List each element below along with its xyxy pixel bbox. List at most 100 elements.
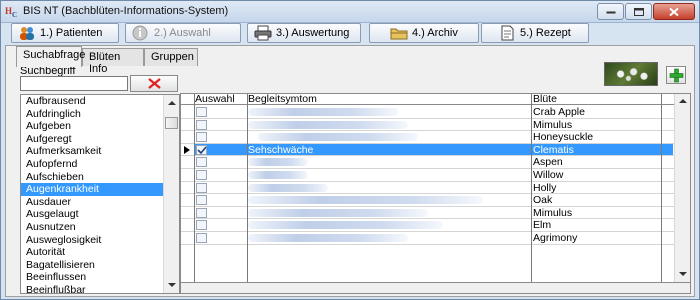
table-row[interactable]: Oak <box>181 194 690 207</box>
row-checkbox[interactable] <box>196 107 207 117</box>
minimize-button[interactable] <box>597 3 624 20</box>
scroll-up-icon[interactable] <box>678 96 688 106</box>
rezept-button[interactable]: 5.) Rezept <box>481 23 589 43</box>
table-row[interactable]: Holly <box>181 182 690 195</box>
list-item[interactable]: Aufmerksamkeit <box>21 145 163 158</box>
table-row[interactable]: Mimulus <box>181 207 690 220</box>
auswahl-label: 2.) Auswahl <box>154 27 211 39</box>
flower-image <box>604 62 658 86</box>
people-icon <box>20 27 34 40</box>
redacted-text <box>248 196 483 205</box>
tab-suchabfrage[interactable]: Suchabfrage <box>16 46 85 67</box>
redacted-text <box>248 158 308 167</box>
row-flower: Oak <box>533 194 553 207</box>
checkmark-icon <box>197 146 207 154</box>
title-bar[interactable]: H C BIS NT (Bachblüten-Informations-Syst… <box>1 1 699 23</box>
tab-blueten-info-label: Blüten Info <box>89 51 121 75</box>
row-flower: Clematis <box>533 143 574 156</box>
redacted-text <box>248 208 428 217</box>
row-checkbox[interactable] <box>196 132 207 143</box>
table-row[interactable]: Willow <box>181 169 690 182</box>
table-row[interactable]: Mimulus <box>181 119 690 132</box>
list-item[interactable]: Autorität <box>21 246 163 259</box>
grid-column-separator <box>247 94 248 282</box>
row-checkbox[interactable] <box>196 220 207 231</box>
row-flower: Aspen <box>533 156 563 169</box>
app-window: H C BIS NT (Bachblüten-Informations-Syst… <box>0 0 700 300</box>
row-checkbox[interactable] <box>196 157 207 168</box>
tab-blueten-info[interactable]: Blüten Info <box>82 48 144 75</box>
archiv-button[interactable]: 4.) Archiv <box>369 23 479 43</box>
symptom-grid[interactable]: Auswahl Begleitsymtom Blüte Crab Apple Mi… <box>180 93 691 283</box>
row-flower: Elm <box>533 219 552 232</box>
row-flower: Mimulus <box>533 118 573 131</box>
row-checkbox[interactable] <box>196 119 207 130</box>
row-symptom: Sehschwäche <box>248 143 314 156</box>
clear-search-button[interactable] <box>130 75 178 92</box>
row-flower: Agrimony <box>533 232 578 244</box>
row-checkbox[interactable] <box>196 182 207 193</box>
list-item[interactable]: Aufdringlich <box>21 108 163 121</box>
row-checkbox[interactable] <box>196 207 207 218</box>
list-item[interactable]: Beeinflussen <box>21 271 163 284</box>
list-item[interactable]: Bagatellisieren <box>21 259 163 272</box>
list-item[interactable]: Ausweglosigkeit <box>21 234 163 247</box>
scroll-down-icon[interactable] <box>678 269 688 279</box>
table-row[interactable]: Agrimony <box>181 232 690 245</box>
row-flower: Mimulus <box>533 206 573 219</box>
close-button[interactable] <box>653 3 695 20</box>
row-checkbox[interactable] <box>196 144 207 155</box>
table-row[interactable]: Honeysuckle <box>181 131 690 144</box>
svg-text:C: C <box>12 11 17 18</box>
list-item[interactable]: Aufopfernd <box>21 158 163 171</box>
scroll-up-icon[interactable] <box>167 98 177 108</box>
symptom-list-scrollbar[interactable] <box>163 95 179 293</box>
list-item[interactable]: Ausdauer <box>21 196 163 209</box>
grid-column-separator <box>531 94 532 282</box>
symptom-items: Aufbrausend Aufdringlich Aufgeben Aufgeregt… <box>21 95 163 293</box>
redacted-text <box>248 183 328 192</box>
tab-gruppen[interactable]: Gruppen <box>144 48 198 66</box>
maximize-button[interactable] <box>625 3 652 20</box>
auswertung-button[interactable]: 3.) Auswertung <box>247 23 361 43</box>
table-row[interactable]: Elm <box>181 219 690 232</box>
list-item[interactable]: Ausnutzen <box>21 221 163 234</box>
list-item[interactable]: Aufgeregt <box>21 133 163 146</box>
table-row[interactable]: Sehschwäche Clematis <box>181 143 690 157</box>
close-icon <box>669 7 679 16</box>
list-item[interactable]: Aufbrausend <box>21 95 163 108</box>
header-auswahl[interactable]: Auswahl <box>195 94 235 105</box>
grid-horizontal-scrollbar[interactable] <box>180 283 691 294</box>
green-plus-icon <box>669 68 684 83</box>
symptom-list-scroll-thumb[interactable] <box>165 117 178 129</box>
table-row[interactable]: Aspen <box>181 156 690 169</box>
tab-gruppen-label: Gruppen <box>151 51 194 63</box>
window-title: BIS NT (Bachblüten-Informations-System) <box>23 5 229 17</box>
toolbar: 1.) Patienten 2.) Auswahl 3.) Auswertung… <box>5 23 695 45</box>
printer-icon <box>254 25 272 41</box>
grid-scrollbar[interactable] <box>674 94 690 282</box>
symptom-list[interactable]: Aufbrausend Aufdringlich Aufgeben Aufgeregt… <box>20 94 180 294</box>
patienten-button[interactable]: 1.) Patienten <box>11 23 119 43</box>
row-checkbox[interactable] <box>196 233 207 243</box>
list-item[interactable]: Beeinflußbar <box>21 284 163 293</box>
list-item[interactable]: Augenkrankheit <box>21 183 163 196</box>
row-checkbox[interactable] <box>196 195 207 206</box>
search-input[interactable] <box>20 76 128 91</box>
header-begleitsymptom[interactable]: Begleitsymtom <box>248 94 317 105</box>
header-bluete[interactable]: Blüte <box>533 94 557 105</box>
list-item[interactable]: Aufschieben <box>21 171 163 184</box>
row-flower: Crab Apple <box>533 106 585 118</box>
table-row[interactable]: Crab Apple <box>181 106 690 119</box>
main-panel: Suchabfrage Blüten Info Gruppen Suchbegr… <box>5 45 695 297</box>
minimize-icon <box>606 11 615 13</box>
grid-header: Auswahl Begleitsymtom Blüte <box>181 94 690 105</box>
triangle-right-icon <box>184 145 190 154</box>
add-button[interactable] <box>666 66 686 84</box>
info-icon <box>132 25 148 41</box>
list-item[interactable]: Aufgeben <box>21 120 163 133</box>
scroll-down-icon[interactable] <box>167 280 177 290</box>
auswahl-button[interactable]: 2.) Auswahl <box>125 23 241 43</box>
list-item[interactable]: Ausgelaugt <box>21 208 163 221</box>
row-checkbox[interactable] <box>196 170 207 180</box>
